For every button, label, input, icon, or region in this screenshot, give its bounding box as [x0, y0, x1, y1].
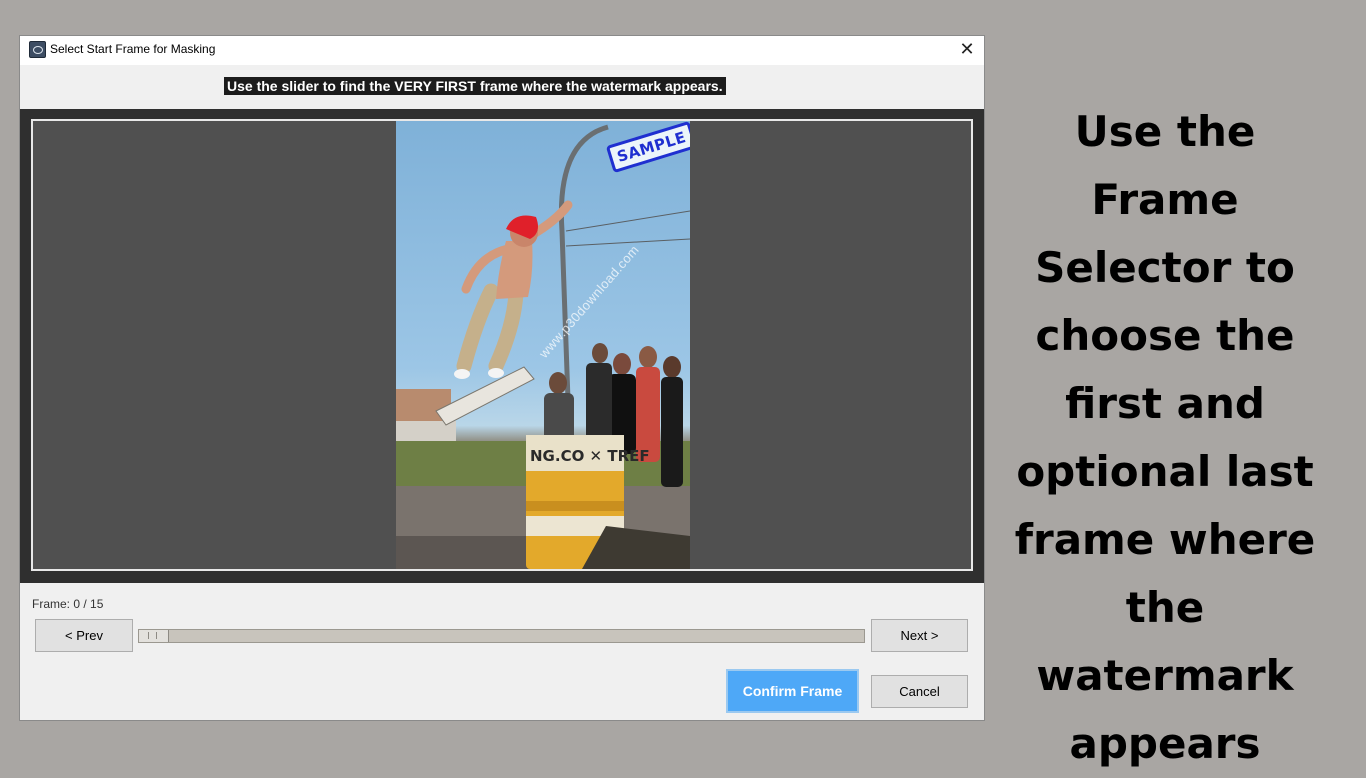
frame-counter: Frame: 0 / 15 [32, 597, 104, 611]
title-bar: Select Start Frame for Masking ✕ [20, 36, 984, 65]
slider-thumb[interactable] [139, 630, 169, 642]
side-caption: Use the Frame Selector to choose the fir… [1014, 107, 1316, 768]
confirm-frame-button[interactable]: Confirm Frame [726, 669, 859, 713]
video-frame-image: NG.CO ✕ TREF SAMPLE www.p30download.com [396, 121, 690, 569]
app-icon [29, 41, 46, 58]
instruction-label: Use the slider to find the VERY FIRST fr… [224, 77, 726, 95]
preview-canvas: NG.CO ✕ TREF SAMPLE www.p30download.com [31, 119, 973, 571]
next-button[interactable]: Next > [871, 619, 968, 652]
preview-frame: NG.CO ✕ TREF SAMPLE www.p30download.com [20, 109, 984, 583]
window-title: Select Start Frame for Masking [50, 42, 216, 56]
instruction-band: Use the slider to find the VERY FIRST fr… [20, 65, 984, 109]
cancel-button[interactable]: Cancel [871, 675, 968, 708]
barrel-text: NG.CO ✕ TREF [530, 447, 650, 465]
frame-select-dialog: Select Start Frame for Masking ✕ Use the… [20, 36, 984, 720]
close-icon[interactable]: ✕ [950, 36, 984, 65]
prev-button[interactable]: < Prev [35, 619, 133, 652]
frame-slider[interactable] [138, 629, 865, 643]
